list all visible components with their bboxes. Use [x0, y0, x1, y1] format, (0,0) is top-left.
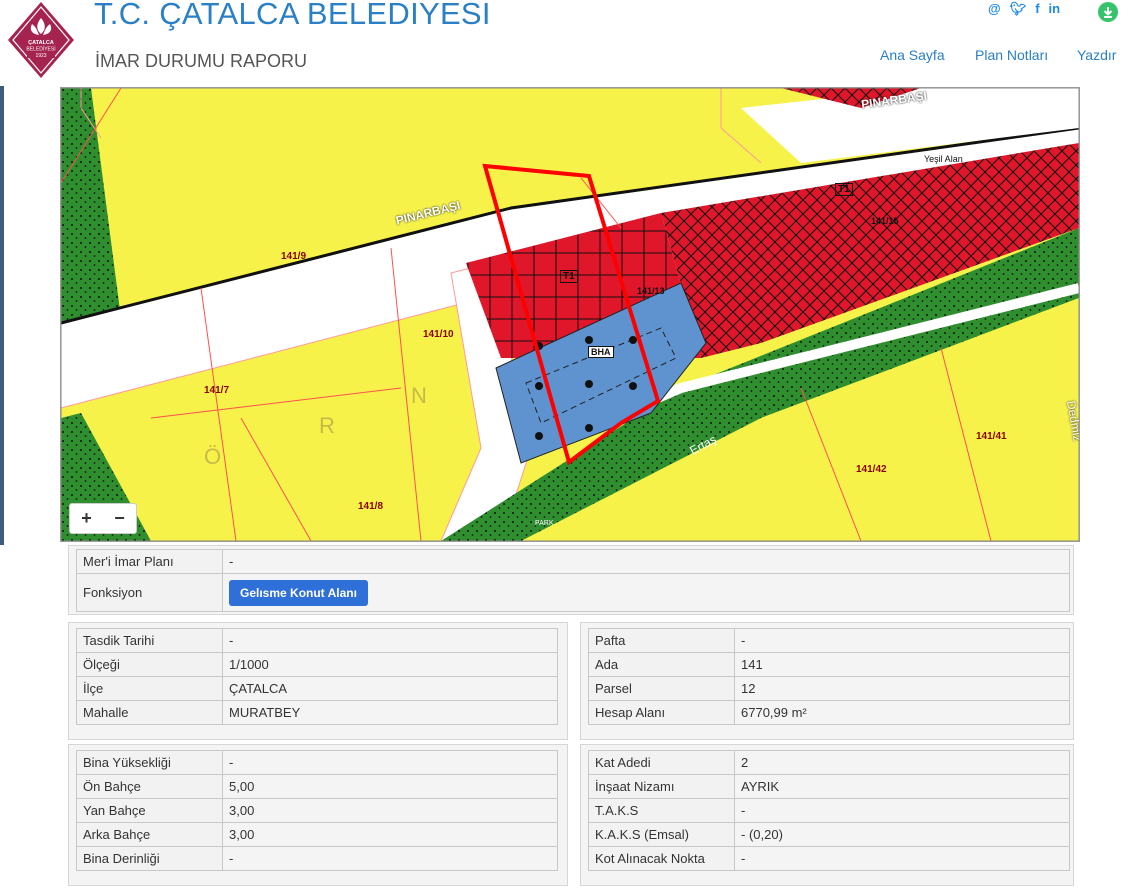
info-value: - — [222, 846, 558, 871]
parcel-label: 141/15 — [871, 216, 899, 226]
zone-code-bha: BHA — [588, 346, 614, 358]
parcel-label: 141/10 — [423, 329, 454, 340]
info-table-left-1: Tasdik Tarihi - Ölçeği 1/1000 İlçe ÇATALCA … — [76, 628, 558, 725]
svg-text:BELEDİYESİ: BELEDİYESİ — [26, 46, 55, 53]
facebook-icon[interactable]: f — [1035, 2, 1039, 16]
info-label: Kat Adedi — [588, 750, 735, 775]
info-value: - (0,20) — [734, 822, 1070, 847]
social-links: @ 🐦︎ f in — [988, 1, 1060, 17]
parcel-label: 141/8 — [358, 501, 384, 512]
info-table-right-1: Pafta - Ada 141 Parsel 12 Hesap Alanı 6770,9… — [588, 628, 1070, 725]
info-value: AYRIK — [734, 774, 1070, 799]
download-icon[interactable] — [1098, 2, 1118, 22]
info-value: 12 — [734, 676, 1070, 701]
page-subtitle: İMAR DURUMU RAPORU — [95, 51, 308, 71]
info-label: Ölçeği — [76, 652, 223, 677]
info-label: Arka Bahçe — [76, 822, 223, 847]
info-value: 3,00 — [222, 822, 558, 847]
info-value: - — [734, 846, 1070, 871]
page-header: ÇATALCA BELEDİYESİ 1923 T.C. ÇATALCA BEL… — [0, 0, 1132, 86]
info-label: Bina Derinliği — [76, 846, 223, 871]
info-value: 2 — [734, 750, 1070, 775]
zone-code-t1: T1 — [835, 183, 853, 196]
zoom-out-button[interactable]: − — [103, 504, 136, 533]
info-table-right-2: Kat Adedi 2 İnşaat Nizamı AYRIK T.A.K.S - K… — [588, 750, 1070, 871]
info-label: Mahalle — [76, 700, 223, 725]
email-icon[interactable]: @ — [988, 2, 1001, 16]
zoom-in-button[interactable]: + — [70, 504, 103, 533]
info-label: Yan Bahçe — [76, 798, 223, 823]
svg-text:ÇATALCA: ÇATALCA — [28, 40, 54, 46]
info-label: Pafta — [588, 628, 735, 653]
info-label: Ada — [588, 652, 735, 677]
info-value: 3,00 — [222, 798, 558, 823]
logo-caption: ÇATALCA BELEDİYESİ 1923 — [26, 40, 55, 59]
label-fonksiyon: Fonksiyon — [76, 573, 223, 612]
info-label: Hesap Alanı — [588, 700, 735, 725]
info-label: Tasdik Tarihi — [76, 628, 223, 653]
info-value: ÇATALCA — [222, 676, 558, 701]
map-letter: Ö — [204, 444, 222, 469]
info-value: 6770,99 m² — [734, 700, 1070, 725]
parcel-label: 141/41 — [976, 431, 1007, 442]
info-label: Kot Alınacak Nokta — [588, 846, 735, 871]
info-value: 5,00 — [222, 774, 558, 799]
twitter-icon[interactable]: 🐦︎ — [1010, 2, 1027, 16]
info-label: Parsel — [588, 676, 735, 701]
info-label: K.A.K.S (Emsal) — [588, 822, 735, 847]
plan-table: Mer'i İmar Planı - Fonksiyon Gelısme Kon… — [76, 549, 1070, 612]
svg-text:1923: 1923 — [35, 53, 46, 59]
map-letter: R — [319, 413, 335, 438]
info-label: İnşaat Nizamı — [588, 774, 735, 799]
info-value: 1/1000 — [222, 652, 558, 677]
left-edge-strip — [0, 85, 4, 545]
nav-print[interactable]: Yazdır — [1077, 47, 1116, 63]
linkedin-icon[interactable]: in — [1049, 2, 1061, 16]
info-table-left-2: Bina Yüksekliği - Ön Bahçe 5,00 Yan Bahçe 3… — [76, 750, 558, 871]
site-title[interactable]: T.C. ÇATALCA BELEDİYESİ — [94, 0, 491, 32]
info-value: 141 — [734, 652, 1070, 677]
info-label: T.A.K.S — [588, 798, 735, 823]
info-label: Bina Yüksekliği — [76, 750, 223, 775]
map-zoom-control: + − — [69, 503, 137, 534]
function-button[interactable]: Gelısme Konut Alanı — [229, 579, 368, 606]
info-label: İlçe — [76, 676, 223, 701]
zoning-map[interactable]: PINARBAŞI PINARBAŞI Ertaş Dedmiz 141/9 1… — [60, 87, 1080, 542]
info-value: - — [734, 798, 1070, 823]
info-value: - — [222, 750, 558, 775]
info-value: MURATBEY — [222, 700, 558, 725]
zone-label-yesil: Yeşil Alan — [924, 154, 963, 164]
info-value: - — [222, 628, 558, 653]
zone-code-t1: T1 — [560, 270, 578, 283]
value-meri-imar-plani: - — [222, 549, 1070, 574]
parcel-label: 141/9 — [281, 251, 307, 262]
zone-label-park: PARK — [535, 520, 554, 527]
parcel-label: 141/7 — [204, 385, 230, 396]
parcel-label: 141/13 — [637, 286, 665, 296]
label-meri-imar-plani: Mer'i İmar Planı — [76, 549, 223, 574]
parcel-label: 141/42 — [856, 464, 887, 475]
nav-plan-notes[interactable]: Plan Notları — [975, 47, 1048, 63]
value-fonksiyon: Gelısme Konut Alanı — [222, 573, 1070, 612]
map-letter: N — [411, 383, 427, 408]
info-label: Ön Bahçe — [76, 774, 223, 799]
info-value: - — [734, 628, 1070, 653]
nav-home[interactable]: Ana Sayfa — [880, 47, 945, 63]
